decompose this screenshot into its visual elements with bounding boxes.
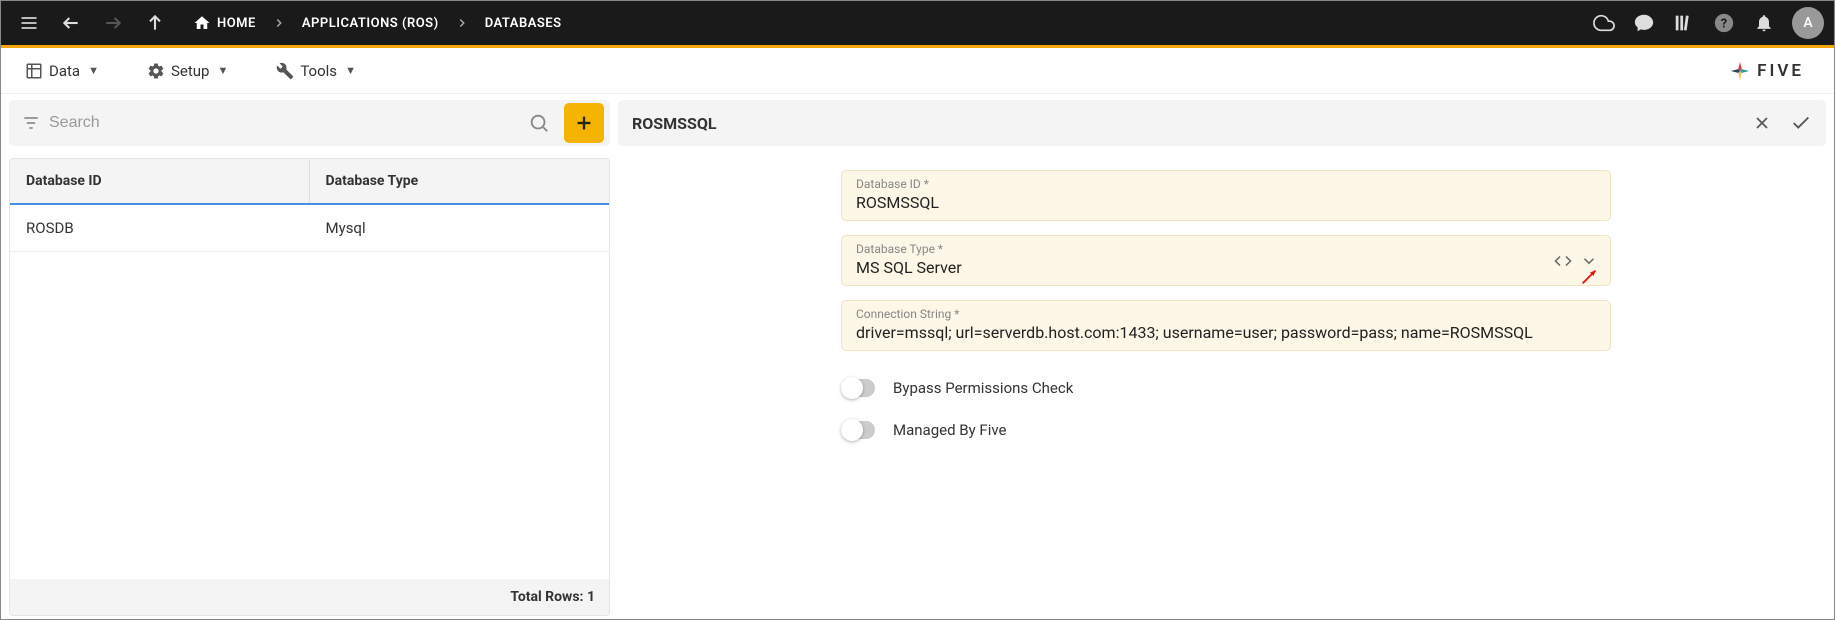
cloud-icon[interactable] (1586, 5, 1622, 41)
search-input[interactable] (49, 114, 514, 132)
menu-data[interactable]: Data ▼ (15, 54, 109, 88)
close-icon[interactable] (1752, 112, 1772, 134)
toggle-managed[interactable] (841, 421, 875, 439)
check-icon[interactable] (1790, 112, 1812, 134)
breadcrumb: HOME APPLICATIONS (ROS) DATABASES (187, 10, 568, 36)
field-database-type[interactable]: Database Type * MS SQL Server (841, 235, 1611, 286)
breadcrumb-databases[interactable]: DATABASES (479, 12, 568, 35)
th-database-type[interactable]: Database Type (310, 159, 610, 203)
svg-text:?: ? (1721, 17, 1727, 32)
th-database-id[interactable]: Database ID (10, 159, 310, 203)
breadcrumb-databases-label: DATABASES (485, 16, 562, 31)
menubar: Data ▼ Setup ▼ Tools ▼ FIVE (1, 48, 1834, 94)
field-database-id[interactable]: Database ID * ROSMSSQL (841, 170, 1611, 221)
main: Database ID Database Type ROSDB Mysql To… (1, 94, 1834, 616)
table-header: Database ID Database Type (10, 159, 609, 205)
chevron-right-icon (268, 16, 290, 30)
brand-logo-icon (1729, 60, 1751, 82)
avatar-initial: A (1803, 15, 1812, 31)
footer-label: Total Rows: (510, 589, 583, 605)
brand: FIVE (1729, 60, 1820, 82)
toggle-bypass[interactable] (841, 379, 875, 397)
breadcrumb-home[interactable]: HOME (187, 10, 262, 36)
breadcrumb-apps-label: APPLICATIONS (ROS) (302, 16, 439, 31)
caret-down-icon: ▼ (217, 64, 228, 77)
forward-icon (95, 5, 131, 41)
add-button[interactable] (564, 103, 604, 143)
footer-count: 1 (587, 589, 595, 605)
avatar[interactable]: A (1792, 7, 1824, 39)
breadcrumb-apps[interactable]: APPLICATIONS (ROS) (296, 12, 445, 35)
back-icon[interactable] (53, 5, 89, 41)
form-area: Database ID * ROSMSSQL Database Type * M… (618, 146, 1834, 449)
right-panel: ROSMSSQL Database ID * ROSMSSQL Database… (618, 94, 1834, 616)
search-row (9, 100, 610, 146)
red-arrow-annotation (1579, 265, 1601, 287)
up-icon[interactable] (137, 5, 173, 41)
topbar: HOME APPLICATIONS (ROS) DATABASES (1, 1, 1834, 48)
menu-tools[interactable]: Tools ▼ (266, 54, 366, 88)
caret-down-icon: ▼ (88, 64, 99, 77)
toggle-bypass-row: Bypass Permissions Check (841, 379, 1611, 397)
topbar-right: ? A (1586, 5, 1824, 41)
brand-label: FIVE (1757, 61, 1804, 81)
toggle-managed-row: Managed By Five (841, 421, 1611, 439)
field-label: Database Type * (856, 242, 1596, 256)
detail-header: ROSMSSQL (618, 100, 1826, 146)
breadcrumb-home-label: HOME (217, 16, 256, 31)
topbar-left: HOME APPLICATIONS (ROS) DATABASES (11, 5, 568, 41)
detail-title: ROSMSSQL (632, 114, 717, 133)
table-row[interactable]: ROSDB Mysql (10, 205, 609, 252)
field-label: Database ID * (856, 177, 1596, 191)
field-value: ROSMSSQL (856, 193, 1596, 212)
code-icon[interactable] (1554, 252, 1572, 270)
chevron-right-icon (451, 16, 473, 30)
help-icon[interactable]: ? (1706, 5, 1742, 41)
td-database-type: Mysql (310, 205, 610, 251)
toggle-managed-label: Managed By Five (893, 421, 1006, 439)
field-connection-string[interactable]: Connection String * driver=mssql; url=se… (841, 300, 1611, 351)
field-value: driver=mssql; url=serverdb.host.com:1433… (856, 323, 1596, 342)
caret-down-icon: ▼ (345, 64, 356, 77)
detail-actions (1752, 112, 1812, 134)
database-table: Database ID Database Type ROSDB Mysql To… (9, 158, 610, 616)
left-panel: Database ID Database Type ROSDB Mysql To… (1, 94, 618, 616)
menu-tools-label: Tools (300, 62, 337, 80)
td-database-id: ROSDB (10, 205, 310, 251)
bell-icon[interactable] (1746, 5, 1782, 41)
menu-setup[interactable]: Setup ▼ (137, 54, 238, 88)
toggle-bypass-label: Bypass Permissions Check (893, 379, 1073, 397)
field-value: MS SQL Server (856, 258, 1596, 277)
chat-icon[interactable] (1626, 5, 1662, 41)
menu-setup-label: Setup (171, 62, 209, 80)
table-footer: Total Rows: 1 (10, 579, 609, 615)
menu-data-label: Data (49, 62, 80, 80)
filter-icon[interactable] (21, 113, 41, 133)
library-icon[interactable] (1666, 5, 1702, 41)
search-icon[interactable] (522, 112, 556, 134)
field-label: Connection String * (856, 307, 1596, 321)
menu-icon[interactable] (11, 5, 47, 41)
